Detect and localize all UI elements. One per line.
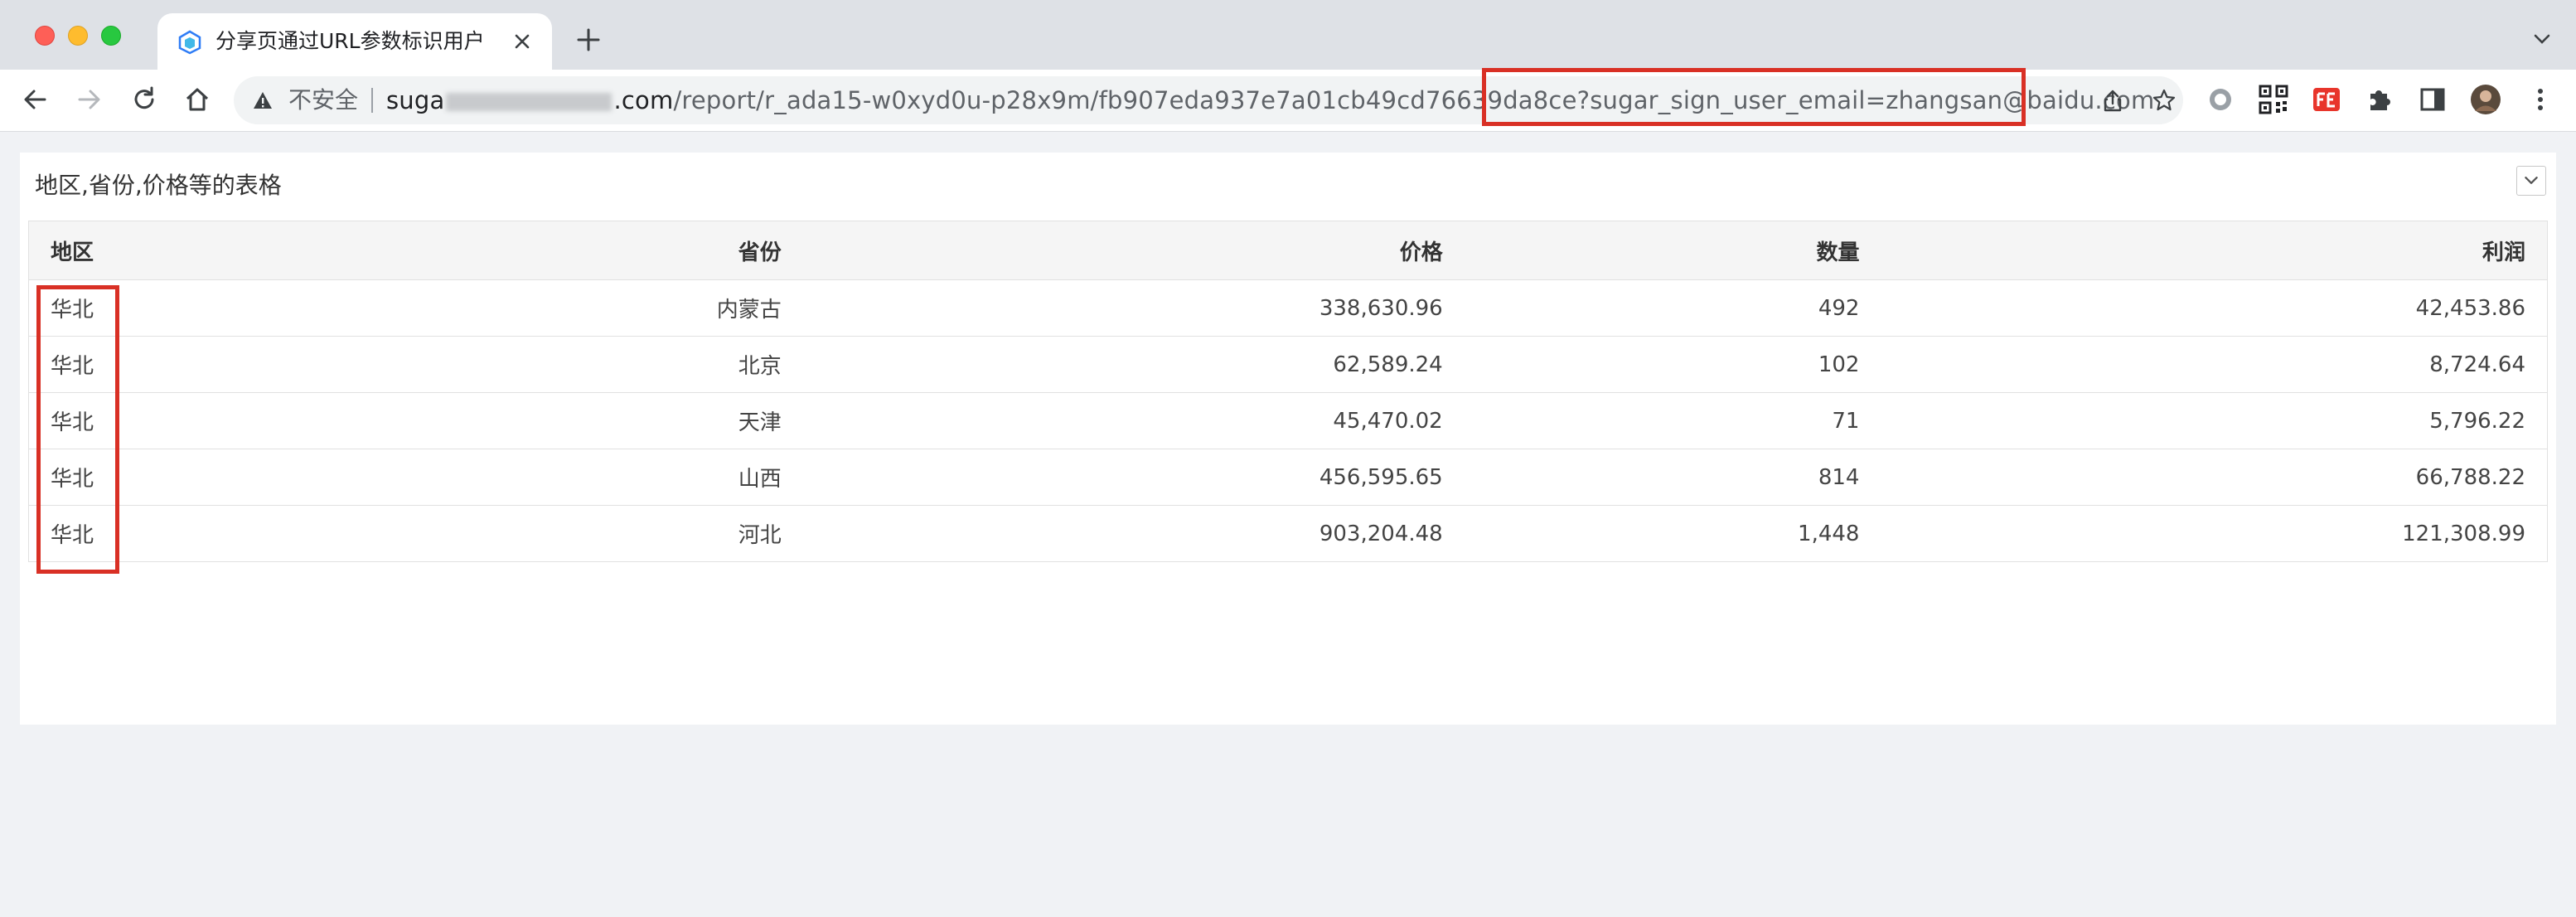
cell-profit: 5,796.22 <box>1881 392 2549 449</box>
cell-province: 山西 <box>115 449 803 506</box>
cell-price: 62,589.24 <box>802 336 1465 393</box>
profile-avatar[interactable] <box>2470 84 2501 115</box>
cell-profit: 66,788.22 <box>1881 449 2549 506</box>
reload-icon[interactable] <box>129 85 159 114</box>
cell-quantity: 71 <box>1464 392 1881 449</box>
card-chevron-down-icon[interactable] <box>2516 166 2546 196</box>
cell-province: 北京 <box>115 336 803 393</box>
qr-code-icon[interactable] <box>2258 84 2289 115</box>
tab-title: 分享页通过URL参数标识用户 <box>215 29 485 53</box>
report-table-title: 地区,省份,价格等的表格 <box>35 172 282 199</box>
url-host-redacted <box>446 93 613 111</box>
column-header-profit[interactable]: 利润 <box>1881 221 2549 280</box>
home-icon[interactable] <box>182 85 212 114</box>
side-panel-icon[interactable] <box>2417 84 2448 115</box>
cell-region: 华北 <box>28 336 116 393</box>
tab-search-chevron-icon[interactable] <box>2531 28 2553 50</box>
cell-quantity: 492 <box>1464 279 1881 337</box>
cell-region: 华北 <box>28 279 116 337</box>
column-header-region[interactable]: 地区 <box>28 221 116 280</box>
bookmark-star-icon[interactable] <box>2152 88 2177 113</box>
table-row: 华北 北京 62,589.24 102 8,724.64 <box>28 336 2549 393</box>
cell-price: 903,204.48 <box>802 505 1465 562</box>
cell-quantity: 1,448 <box>1464 505 1881 562</box>
cell-price: 456,595.65 <box>802 449 1465 506</box>
cell-price: 338,630.96 <box>802 279 1465 337</box>
not-secure-label[interactable]: 不安全 <box>288 76 358 124</box>
cell-province: 河北 <box>115 505 803 562</box>
share-icon[interactable] <box>2100 88 2125 113</box>
table-row: 华北 河北 903,204.48 1,448 121,308.99 <box>28 505 2549 562</box>
browser-tab-strip: 分享页通过URL参数标识用户 <box>0 0 2576 70</box>
address-separator <box>371 88 373 113</box>
back-arrow-icon[interactable] <box>20 85 50 114</box>
not-secure-warning-icon[interactable] <box>252 90 274 111</box>
cell-profit: 8,724.64 <box>1881 336 2549 393</box>
cell-price: 45,470.02 <box>802 392 1465 449</box>
table-row: 华北 天津 45,470.02 71 5,796.22 <box>28 392 2549 449</box>
cell-quantity: 814 <box>1464 449 1881 506</box>
cell-profit: 121,308.99 <box>1881 505 2549 562</box>
url-host-end: .com <box>613 86 674 114</box>
window-minimize-button[interactable] <box>68 26 88 46</box>
forward-arrow-icon[interactable] <box>75 85 104 114</box>
window-close-button[interactable] <box>35 26 55 46</box>
column-header-quantity[interactable]: 数量 <box>1464 221 1881 280</box>
column-header-province[interactable]: 省份 <box>115 221 803 280</box>
close-tab-icon[interactable] <box>509 28 535 55</box>
cell-profit: 42,453.86 <box>1881 279 2549 337</box>
window-zoom-button[interactable] <box>101 26 121 46</box>
column-header-price[interactable]: 价格 <box>802 221 1465 280</box>
extensions-puzzle-icon[interactable] <box>2364 84 2395 115</box>
table-row: 华北 内蒙古 338,630.96 492 42,453.86 <box>28 279 2549 337</box>
cell-province: 天津 <box>115 392 803 449</box>
table-row: 华北 山西 456,595.65 814 66,788.22 <box>28 449 2549 506</box>
url-path: /report/r_ada15-w0xyd0u-p28x9m/fb907eda9… <box>673 86 1577 114</box>
cell-region: 华北 <box>28 505 116 562</box>
report-data-table: 地区 省份 价格 数量 利润 华北 内蒙古 338,630.96 492 42,… <box>28 221 2549 562</box>
cell-province: 内蒙古 <box>115 279 803 337</box>
report-table-card: 地区,省份,价格等的表格 地区 省份 价格 数量 利润 华北 内蒙古 338,6… <box>20 153 2556 725</box>
new-tab-plus-icon[interactable] <box>574 25 603 55</box>
extension-circle-icon[interactable] <box>2205 84 2236 115</box>
url-query-highlight-box <box>1482 68 2026 126</box>
fe-extension-icon[interactable] <box>2311 84 2342 115</box>
browser-menu-kebab-icon[interactable] <box>2526 84 2554 115</box>
sugar-favicon-icon <box>178 30 201 55</box>
cell-quantity: 102 <box>1464 336 1881 393</box>
cell-region: 华北 <box>28 449 116 506</box>
cell-region: 华北 <box>28 392 116 449</box>
browser-tab-active[interactable]: 分享页通过URL参数标识用户 <box>157 13 552 70</box>
table-header-row: 地区 省份 价格 数量 利润 <box>28 221 2549 280</box>
url-host-start: suga <box>386 86 445 114</box>
browser-toolbar: 不安全 suga .com/report/r_ada15-w0xyd0u-p28x… <box>0 70 2576 132</box>
